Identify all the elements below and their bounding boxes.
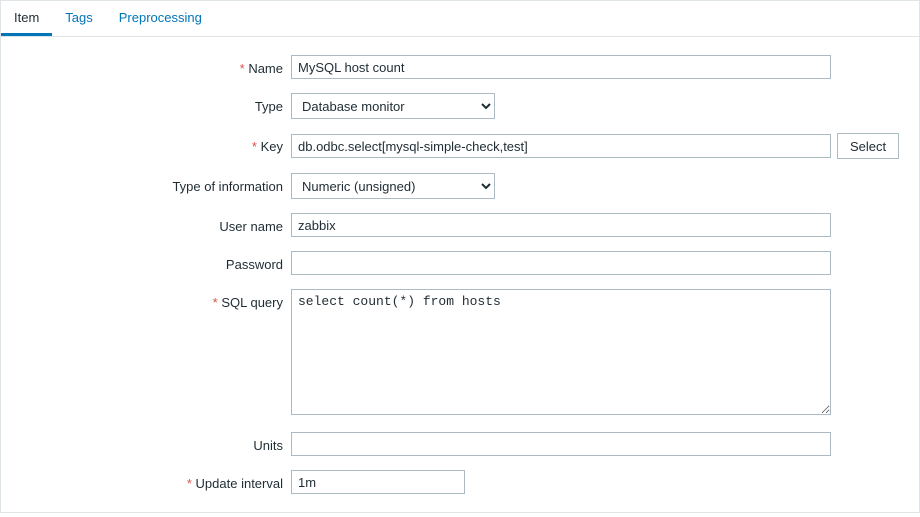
label-interval: Update interval (1, 470, 291, 491)
label-password: Password (1, 251, 291, 272)
sql-textarea[interactable]: select count(*) from hosts (291, 289, 831, 415)
tab-tags[interactable]: Tags (52, 1, 105, 36)
tabs: Item Tags Preprocessing (1, 1, 919, 37)
form: Name Type Database monitor Key Select Ty… (1, 37, 919, 512)
key-input[interactable] (291, 134, 831, 158)
label-sql: SQL query (1, 289, 291, 310)
label-key: Key (1, 133, 291, 154)
label-name: Name (1, 55, 291, 76)
name-input[interactable] (291, 55, 831, 79)
label-type: Type (1, 93, 291, 114)
type-select[interactable]: Database monitor (291, 93, 495, 119)
user-input[interactable] (291, 213, 831, 237)
password-input[interactable] (291, 251, 831, 275)
tab-preprocessing[interactable]: Preprocessing (106, 1, 215, 36)
units-input[interactable] (291, 432, 831, 456)
label-user: User name (1, 213, 291, 234)
label-info-type: Type of information (1, 173, 291, 194)
interval-input[interactable] (291, 470, 465, 494)
item-form-panel: Item Tags Preprocessing Name Type Databa… (0, 0, 920, 513)
tab-item[interactable]: Item (1, 1, 52, 36)
info-type-select[interactable]: Numeric (unsigned) (291, 173, 495, 199)
select-button[interactable]: Select (837, 133, 899, 159)
label-units: Units (1, 432, 291, 453)
